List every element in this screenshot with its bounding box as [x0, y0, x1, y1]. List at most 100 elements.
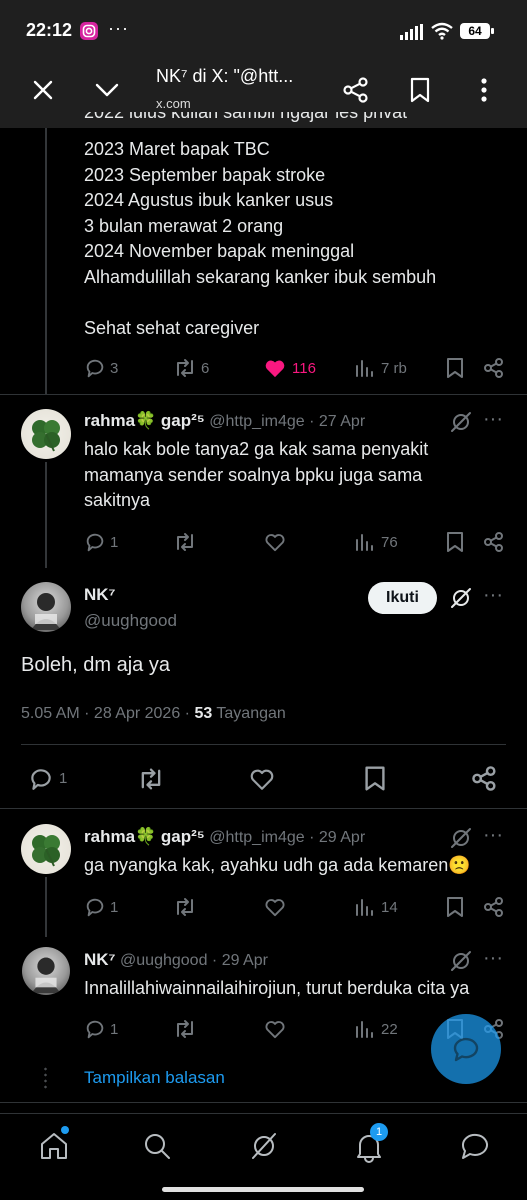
grok-icon[interactable]: [449, 587, 473, 609]
reply-text: ga nyangka kak, ayahku udh ga ada kemare…: [84, 855, 471, 875]
repost-icon[interactable]: [173, 531, 197, 553]
handle[interactable]: @http_im4ge: [209, 829, 304, 846]
clipped-text-line: 2022 lulus kuliah sambil ngajar les priv…: [84, 112, 504, 128]
views-icon[interactable]: [354, 532, 374, 552]
page-url: x.com: [156, 96, 191, 111]
grok-icon[interactable]: [449, 950, 473, 972]
notification-badge: 1: [370, 1123, 388, 1141]
like-icon[interactable]: [264, 1019, 286, 1039]
more-notifications-icon: ···: [108, 18, 129, 38]
handle[interactable]: @uughgood: [84, 611, 177, 631]
avatar[interactable]: [21, 409, 71, 459]
tweet-body: 2023 Maret bapak TBC 2023 September bapa…: [84, 137, 436, 341]
clover-icon: [32, 835, 60, 867]
views-label: Tayangan: [212, 705, 286, 722]
tweet-line: 3 bulan merawat 2 orang: [84, 215, 284, 236]
home-indicator[interactable]: [162, 1187, 364, 1192]
date: · 27 Apr: [309, 413, 366, 430]
like-icon[interactable]: [264, 532, 286, 552]
reply-icon[interactable]: [84, 531, 106, 553]
repost-icon[interactable]: [173, 1018, 197, 1040]
thread-dots: [44, 1066, 47, 1090]
repost-icon[interactable]: [137, 766, 165, 792]
reply-body: halo kak bole tanya2 ga kak sama penyaki…: [84, 437, 428, 514]
repost-icon[interactable]: [173, 357, 197, 379]
timestamp[interactable]: 5.05 AM · 28 Apr 2026 ·: [21, 705, 194, 722]
reply-count: 3: [110, 360, 119, 377]
grok-icon[interactable]: [449, 827, 473, 849]
search-icon[interactable]: [142, 1131, 172, 1161]
reply-icon[interactable]: [28, 766, 54, 792]
reply-header: NK⁷ @uughgood · 29 Apr: [84, 950, 268, 970]
bookmark-icon[interactable]: [363, 765, 387, 792]
display-name[interactable]: NK⁷: [84, 585, 116, 605]
tweet-line: 2023 Maret bapak TBC: [84, 139, 270, 159]
chevron-down-icon[interactable]: [94, 80, 120, 100]
repost-icon[interactable]: [173, 896, 197, 918]
share-icon[interactable]: [342, 76, 370, 104]
home-dot-badge: [61, 1126, 69, 1134]
reply-count: 1: [59, 770, 68, 787]
views-icon[interactable]: [354, 897, 374, 917]
views-count: 53: [194, 705, 213, 722]
display-name[interactable]: rahma🍀 gap²⁵: [84, 827, 205, 846]
reply-line: halo kak bole tanya2 ga kak sama penyaki…: [84, 439, 429, 459]
tweet-text: Boleh, dm aja ya: [21, 654, 170, 676]
avatar[interactable]: [21, 582, 71, 632]
reply-line: sakitnya: [84, 490, 151, 510]
status-time: 22:12: [26, 20, 73, 40]
like-icon[interactable]: [264, 897, 286, 917]
liked-heart-icon[interactable]: [264, 358, 286, 378]
show-replies-link[interactable]: Tampilkan balasan: [84, 1068, 225, 1088]
repost-count: 6: [201, 360, 210, 377]
avatar-photo: [31, 957, 61, 994]
views-icon[interactable]: [354, 358, 374, 378]
share-icon[interactable]: [471, 765, 498, 792]
page-title: NK⁷ di X: "@htt...: [156, 66, 294, 86]
follow-button[interactable]: Ikuti: [368, 582, 437, 614]
bookmark-page-icon[interactable]: [408, 76, 432, 104]
reply-header: rahma🍀 gap²⁵ @http_im4ge · 27 Apr: [84, 411, 365, 431]
wifi-icon: [431, 22, 453, 40]
avatar[interactable]: [21, 824, 71, 874]
more-vert-icon[interactable]: [474, 76, 494, 104]
messages-icon[interactable]: [459, 1131, 491, 1161]
home-icon[interactable]: [38, 1131, 70, 1161]
more-icon[interactable]: ···: [483, 584, 503, 607]
thread-line: [45, 462, 47, 568]
share-icon[interactable]: [483, 357, 505, 379]
grok-icon[interactable]: [249, 1131, 279, 1161]
view-count: 7 rb: [381, 360, 407, 377]
avatar[interactable]: [22, 947, 70, 995]
display-name[interactable]: rahma🍀 gap²⁵: [84, 411, 205, 430]
reply-icon[interactable]: [84, 1018, 106, 1040]
clover-icon: [32, 420, 60, 452]
share-icon[interactable]: [483, 896, 505, 918]
tweet-metadata: 5.05 AM · 28 Apr 2026 · 53 Tayangan: [21, 705, 286, 723]
divider: [21, 744, 506, 745]
like-icon[interactable]: [249, 767, 275, 791]
close-icon[interactable]: [31, 78, 55, 102]
view-count: 14: [381, 899, 398, 916]
more-icon[interactable]: ···: [483, 947, 503, 970]
views-icon[interactable]: [354, 1019, 374, 1039]
share-icon[interactable]: [483, 531, 505, 553]
bookmark-icon[interactable]: [445, 357, 465, 379]
handle[interactable]: @uughgood: [120, 952, 207, 969]
bookmark-icon[interactable]: [445, 896, 465, 918]
reply-icon[interactable]: [84, 896, 106, 918]
bookmark-icon[interactable]: [445, 531, 465, 553]
grok-icon[interactable]: [449, 411, 473, 433]
signal-icon: [400, 24, 423, 40]
handle[interactable]: @http_im4ge: [209, 413, 304, 430]
tweet-line: 2022 lulus kuliah sambil ngajar les priv…: [84, 112, 408, 122]
more-icon[interactable]: ···: [483, 824, 503, 847]
bottom-nav: 1: [0, 1113, 527, 1181]
more-icon[interactable]: ···: [483, 408, 503, 431]
like-count: 116: [292, 360, 316, 377]
compose-reply-button[interactable]: [431, 1014, 501, 1084]
display-name[interactable]: NK⁷: [84, 950, 116, 969]
tweet-line: Sehat sehat caregiver: [84, 317, 260, 338]
reply-icon[interactable]: [84, 357, 106, 379]
